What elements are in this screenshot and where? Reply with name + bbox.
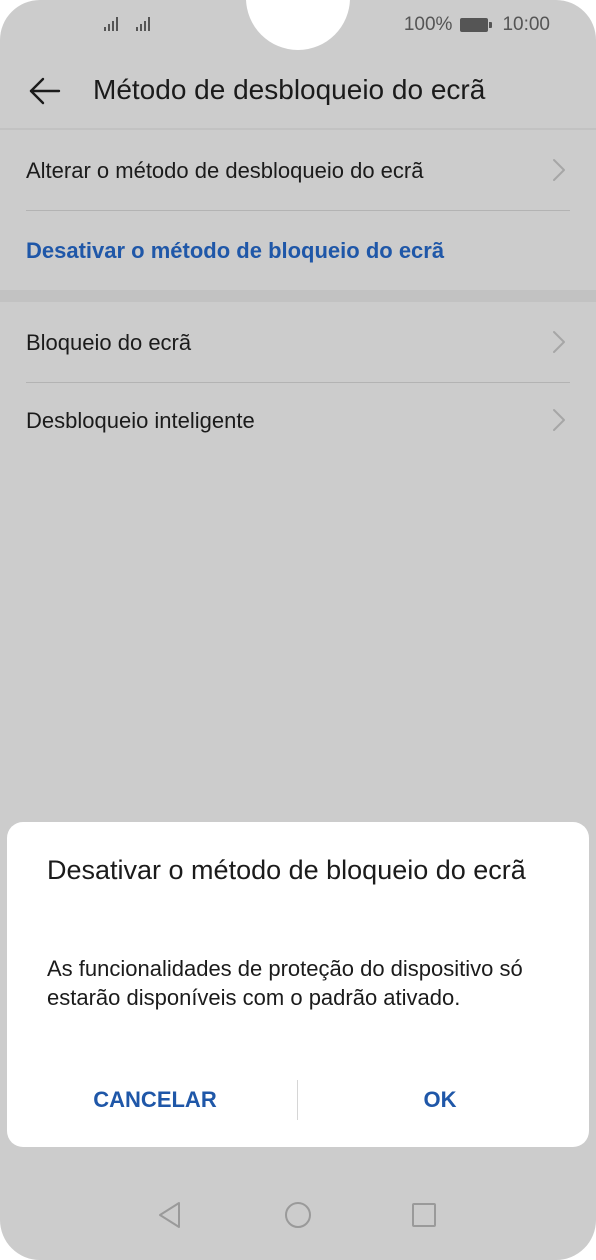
navigation-bar (0, 1180, 596, 1250)
chevron-right-icon (553, 159, 565, 181)
page-title: Método de desbloqueio do ecrã (93, 74, 486, 105)
ok-button[interactable]: OK (307, 1080, 573, 1120)
section-divider (0, 290, 596, 302)
status-bar: 100% 10:00 (0, 0, 596, 52)
nav-recents-icon[interactable] (409, 1200, 439, 1230)
smart-unlock-item[interactable]: Desbloqueio inteligente (26, 380, 570, 460)
unlock-method-section: Alterar o método de desbloqueio do ecrã … (0, 130, 596, 290)
dialog-message: As funcionalidades de proteção do dispos… (47, 956, 523, 1010)
app-bar: Método de desbloqueio do ecrã (0, 52, 596, 128)
battery-icon (460, 18, 493, 32)
nav-back-icon[interactable] (155, 1200, 185, 1230)
battery-percent: 100% (403, 14, 453, 35)
smart-unlock-label: Desbloqueio inteligente (26, 408, 255, 433)
confirm-dialog: Desativar o método de bloqueio do ecrã A… (7, 822, 589, 1147)
screen-lock-item[interactable]: Bloqueio do ecrã (26, 302, 570, 382)
signal-icon (136, 15, 150, 31)
disable-lock-method-label: Desativar o método de bloqueio do ecrã (26, 238, 445, 263)
disable-lock-method-item[interactable]: Desativar o método de bloqueio do ecrã (26, 210, 570, 290)
nav-home-icon[interactable] (283, 1200, 313, 1230)
change-unlock-method-label: Alterar o método de desbloqueio do ecrã (26, 158, 424, 183)
cancel-button[interactable]: CANCELAR (27, 1080, 283, 1120)
lock-options-section: Bloqueio do ecrã Desbloqueio inteligente (0, 302, 596, 462)
button-separator (297, 1080, 298, 1120)
screen-lock-label: Bloqueio do ecrã (26, 330, 192, 355)
dialog-title: Desativar o método de bloqueio do ecrã (47, 855, 526, 885)
chevron-right-icon (553, 331, 565, 353)
chevron-right-icon (553, 409, 565, 431)
change-unlock-method-item[interactable]: Alterar o método de desbloqueio do ecrã (26, 130, 570, 210)
phone-screen: 100% 10:00 Método de desbloqueio do ecrã… (0, 0, 596, 1260)
arrow-left-icon[interactable] (28, 74, 62, 108)
clock: 10:00 (502, 14, 550, 35)
signal-icon (104, 15, 118, 31)
status-right: 100% 10:00 (404, 14, 550, 36)
